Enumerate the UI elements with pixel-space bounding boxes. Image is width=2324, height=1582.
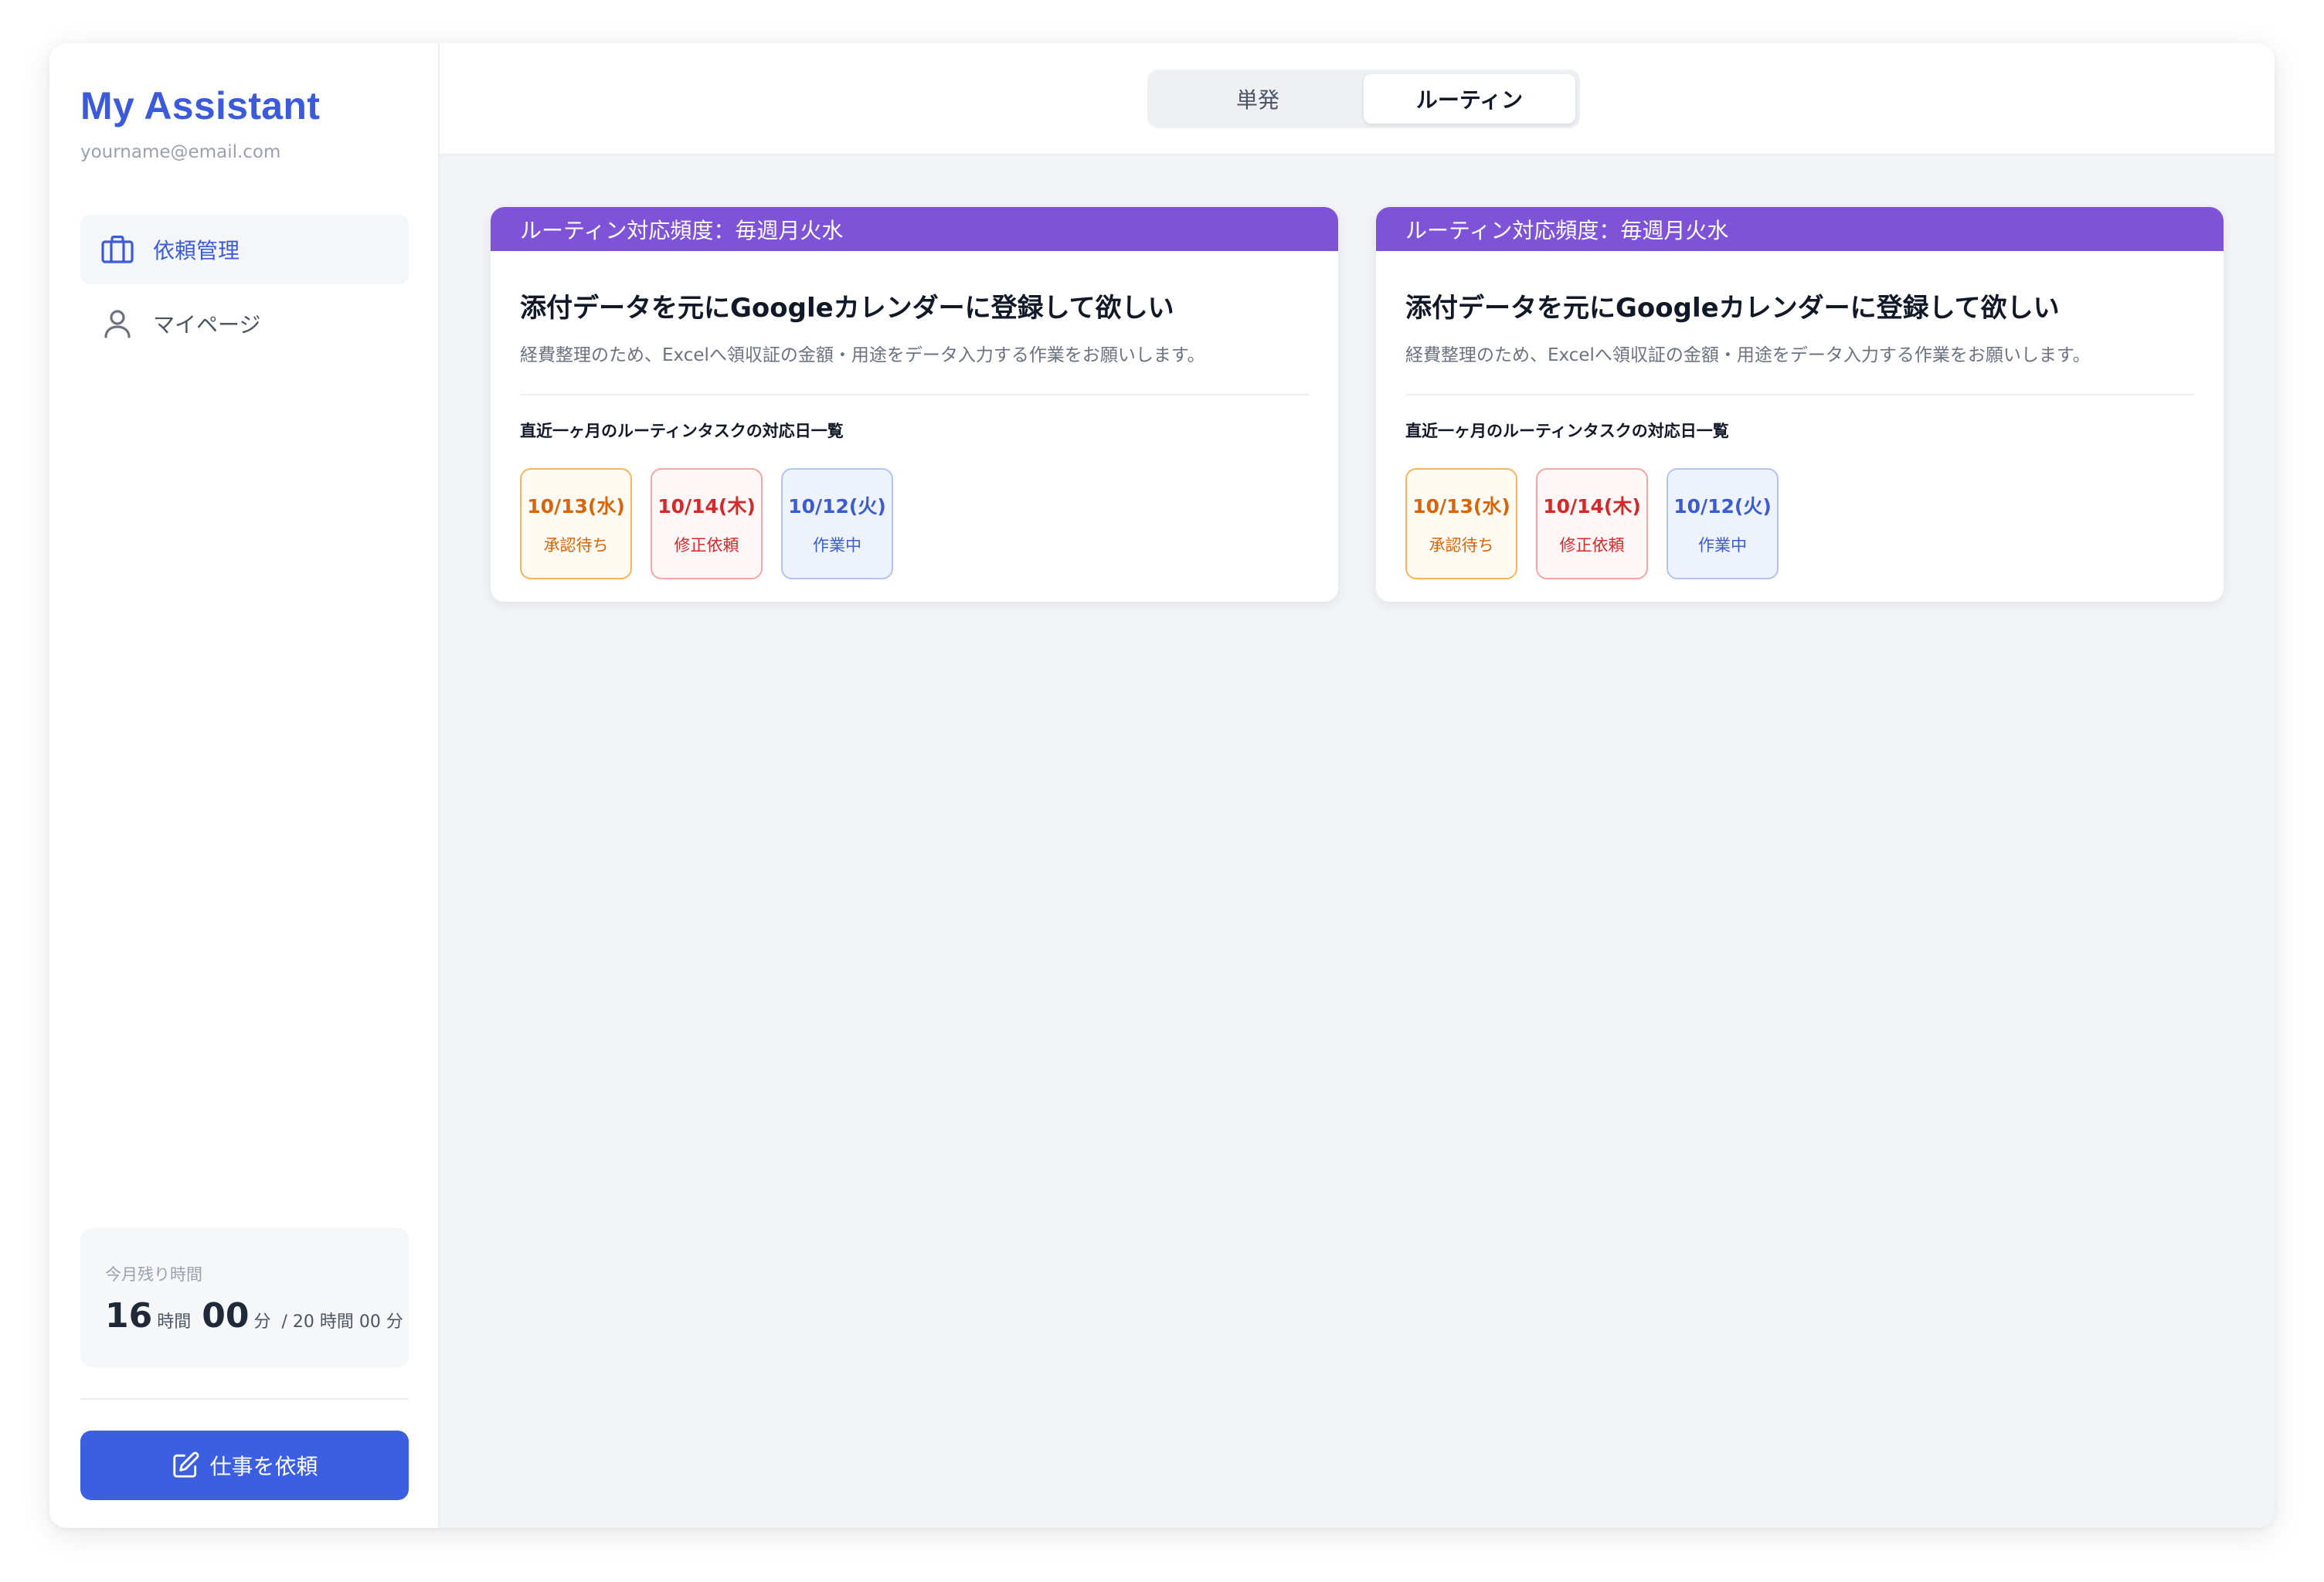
chip-date: 10/14(木) [1543,495,1641,518]
routine-frequency-band: ルーティン対応頻度：毎週月火水 [1376,207,2224,251]
date-chip-revision[interactable]: 10/14(木) 修正依頼 [1536,468,1648,579]
date-chip-working[interactable]: 10/12(火) 作業中 [1667,468,1779,579]
card-title: 添付データを元にGoogleカレンダーに登録して欲しい [1405,293,2060,324]
chip-date: 10/12(火) [788,495,886,518]
card-title: 添付データを元にGoogleカレンダーに登録して欲しい [520,293,1174,324]
card-description: 経費整理のため、Excelへ領収証の金額・用途をデータ入力する作業をお願いします… [1405,345,2091,365]
sidebar: My Assistant yourname@email.com 依頼管理 マイペ… [49,43,440,1528]
remaining-time-caption: 今月残り時間 [105,1265,202,1284]
sidebar-item-mypage[interactable]: マイページ [80,289,409,358]
chip-status: 作業中 [813,536,861,555]
top-bar: 単発 ルーティン [440,43,2275,155]
date-chip-pending[interactable]: 10/13(水) 承認待ち [520,468,632,579]
chip-status: 作業中 [1698,536,1747,555]
card-subheading: 直近一ヶ月のルーティンタスクの対応日一覧 [520,422,844,440]
remaining-minutes: 00 [202,1296,250,1336]
date-chip-list: 10/13(水) 承認待ち 10/14(木) 修正依頼 10/12(火) 作業中 [1405,468,2194,579]
date-chip-pending[interactable]: 10/13(水) 承認待ち [1405,468,1517,579]
hours-unit: 時間 [157,1312,192,1332]
chip-status: 修正依頼 [674,536,739,555]
chip-date: 10/13(水) [1412,495,1510,518]
request-type-tabs: 単発 ルーティン [1147,70,1580,128]
request-work-label: 仕事を依頼 [209,1454,318,1479]
remaining-hours: 16 [105,1296,153,1336]
tab-single[interactable]: 単発 [1152,74,1364,124]
routine-card[interactable]: ルーティン対応頻度：毎週月火水 添付データを元にGoogleカレンダーに登録して… [1376,207,2224,602]
chip-status: 承認待ち [543,536,609,555]
card-divider [520,394,1309,396]
sidebar-nav: 依頼管理 マイページ [80,215,409,363]
chip-date: 10/12(火) [1673,495,1772,518]
request-work-button[interactable]: 仕事を依頼 [80,1431,409,1500]
minutes-unit: 分 [253,1312,271,1332]
remaining-time-value: 16 時間 00 分 / 20 時間 00 分 [105,1296,403,1336]
user-email: yourname@email.com [80,142,281,162]
card-divider [1405,394,2194,396]
briefcase-icon [101,236,134,263]
chip-date: 10/14(木) [657,495,756,518]
date-chip-list: 10/13(水) 承認待ち 10/14(木) 修正依頼 10/12(火) 作業中 [520,468,1309,579]
total-time: / 20 時間 00 分 [281,1312,403,1332]
routine-frequency-band: ルーティン対応頻度：毎週月火水 [491,207,1338,251]
date-chip-revision[interactable]: 10/14(木) 修正依頼 [651,468,763,579]
sidebar-divider [80,1398,409,1400]
card-subheading: 直近一ヶ月のルーティンタスクの対応日一覧 [1405,422,1729,440]
tab-routine[interactable]: ルーティン [1364,74,1575,124]
routine-card[interactable]: ルーティン対応頻度：毎週月火水 添付データを元にGoogleカレンダーに登録して… [491,207,1338,602]
main-content: 単発 ルーティン ルーティン対応頻度：毎週月火水 添付データを元にGoogleカ… [440,43,2275,1528]
chip-date: 10/13(水) [527,495,625,518]
brand-title: My Assistant [80,84,321,127]
app-window: My Assistant yourname@email.com 依頼管理 マイペ… [49,43,2275,1528]
user-icon [104,310,131,338]
sidebar-item-requests[interactable]: 依頼管理 [80,215,409,284]
sidebar-item-label: マイページ [153,312,261,338]
sidebar-item-label: 依頼管理 [153,238,240,263]
chip-status: 修正依頼 [1559,536,1625,555]
date-chip-working[interactable]: 10/12(火) 作業中 [781,468,893,579]
edit-icon [173,1451,199,1478]
remaining-time-panel: 今月残り時間 16 時間 00 分 / 20 時間 00 分 [80,1228,409,1367]
card-description: 経費整理のため、Excelへ領収証の金額・用途をデータ入力する作業をお願いします… [520,345,1205,365]
chip-status: 承認待ち [1429,536,1494,555]
